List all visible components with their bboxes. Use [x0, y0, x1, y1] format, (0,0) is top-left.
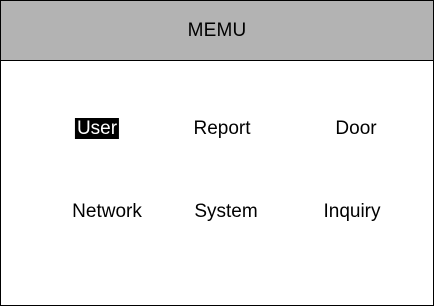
menu-item-label: Inquiry	[323, 201, 381, 222]
menu-item-inquiry[interactable]: Inquiry	[321, 200, 382, 223]
menu-item-label: Door	[335, 118, 377, 139]
menu-item-user[interactable]: User	[74, 117, 120, 140]
page-title: MEMU	[187, 19, 247, 41]
menu-item-system[interactable]: System	[192, 200, 259, 223]
menu-item-door[interactable]: Door	[333, 117, 378, 140]
menu-item-label: User	[74, 118, 120, 139]
menu-item-report[interactable]: Report	[191, 117, 252, 140]
device-screen: MEMU User Report Door Network System Inq…	[0, 0, 434, 306]
menu-item-label: Network	[72, 201, 142, 222]
menu-item-label: Report	[193, 118, 251, 139]
menu-item-label: System	[194, 201, 258, 222]
title-bar: MEMU	[1, 1, 433, 61]
menu-item-network[interactable]: Network	[70, 200, 144, 223]
